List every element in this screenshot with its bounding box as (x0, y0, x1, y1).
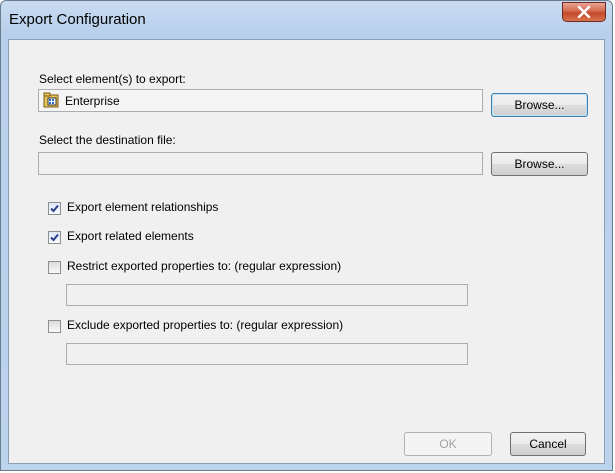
restrict-properties-label[interactable]: Restrict exported properties to: (regula… (67, 259, 341, 273)
destination-file-label: Select the destination file: (39, 133, 176, 147)
exclude-properties-label[interactable]: Exclude exported properties to: (regular… (67, 318, 343, 332)
restrict-properties-checkbox[interactable] (48, 261, 61, 274)
selected-elements-value: Enterprise (65, 94, 120, 108)
checkmark-icon (50, 233, 59, 242)
dialog-body: Select element(s) to export: Enterprise … (8, 39, 605, 464)
export-relationships-checkbox[interactable] (48, 202, 61, 215)
browse-elements-button[interactable]: Browse... (491, 93, 588, 117)
selected-elements-field[interactable]: Enterprise (38, 89, 483, 112)
select-elements-label: Select element(s) to export: (39, 72, 186, 86)
close-button[interactable] (562, 2, 606, 22)
restrict-regex-field[interactable] (66, 284, 468, 306)
dialog-title: Export Configuration (9, 11, 146, 28)
destination-file-field[interactable] (38, 152, 483, 175)
export-related-elements-checkbox[interactable] (48, 231, 61, 244)
ok-button[interactable]: OK (404, 432, 492, 456)
export-related-elements-label[interactable]: Export related elements (67, 229, 194, 243)
checkmark-icon (50, 204, 59, 213)
browse-destination-button[interactable]: Browse... (491, 152, 588, 176)
close-icon (577, 6, 591, 18)
export-configuration-dialog: Export Configuration Select element(s) t… (0, 0, 613, 471)
title-bar[interactable]: Export Configuration (1, 1, 612, 39)
export-relationships-label[interactable]: Export element relationships (67, 200, 218, 214)
enterprise-folder-icon (43, 92, 60, 112)
exclude-properties-checkbox[interactable] (48, 320, 61, 333)
exclude-regex-field[interactable] (66, 343, 468, 365)
cancel-button[interactable]: Cancel (510, 432, 586, 456)
